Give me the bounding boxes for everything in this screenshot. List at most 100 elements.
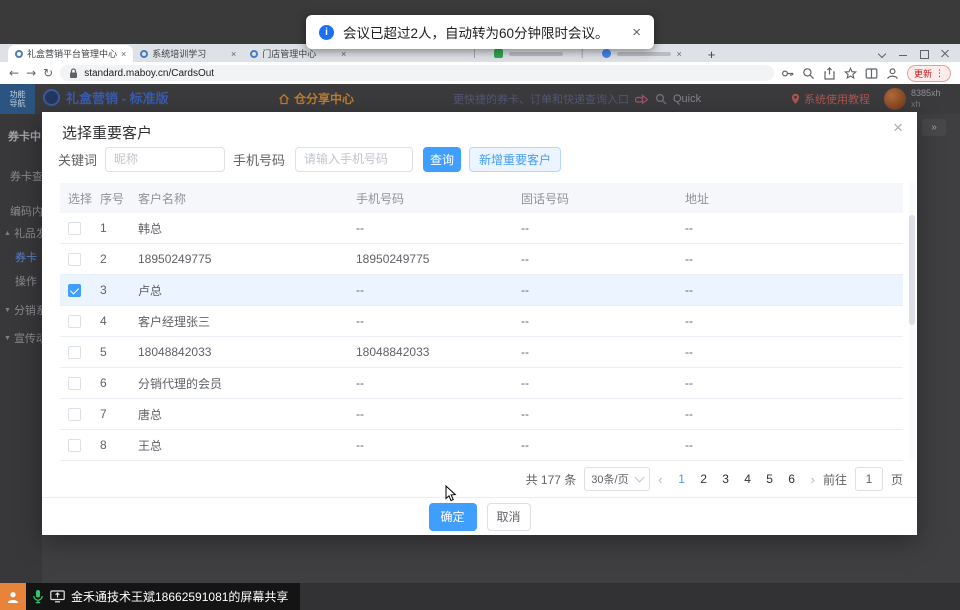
table-row[interactable]: 8王总------	[60, 430, 903, 461]
confirm-button[interactable]: 确定	[429, 503, 477, 531]
split-view-icon[interactable]	[865, 67, 878, 80]
tab-search-icon[interactable]	[877, 49, 887, 59]
goto-page-input[interactable]	[855, 467, 883, 491]
tab-divider: |	[473, 48, 476, 59]
cell-address: --	[685, 407, 903, 421]
quick-search-icon[interactable]	[655, 93, 667, 105]
tab-close-icon[interactable]: ×	[341, 49, 346, 59]
sidebar-item[interactable]: 编码内	[10, 203, 42, 219]
row-checkbox[interactable]	[68, 222, 81, 235]
modal-close-icon[interactable]: ×	[893, 118, 903, 138]
chrome-menu-icon[interactable]: ⋮	[935, 68, 944, 79]
zoom-icon[interactable]	[802, 67, 815, 80]
browser-tab-partial[interactable]: ×	[602, 49, 682, 59]
password-key-icon[interactable]	[781, 67, 794, 80]
quick-search-row: 更快捷的券卡、订单和快递查询入口 Quick	[453, 91, 701, 107]
cell-address: --	[685, 345, 903, 359]
window-close-icon[interactable]	[940, 49, 950, 59]
sidebar-item[interactable]: ▲礼品发	[4, 225, 42, 241]
row-checkbox[interactable]	[68, 377, 81, 390]
scrollbar-thumb[interactable]	[909, 215, 915, 325]
page-number[interactable]: 3	[719, 472, 733, 486]
modal-footer: 确定 取消	[42, 497, 917, 535]
row-checkbox[interactable]	[68, 439, 81, 452]
cell-landline: --	[521, 252, 685, 266]
location-pin-icon	[791, 93, 800, 105]
table-row[interactable]: 4客户经理张三------	[60, 306, 903, 337]
tab-divider: |	[581, 48, 584, 59]
table-scrollbar[interactable]	[909, 183, 915, 461]
sidebar-item[interactable]: 券卡查	[10, 168, 42, 184]
browser-tab-partial[interactable]	[494, 49, 563, 58]
new-tab-button[interactable]: +	[708, 47, 716, 62]
toast-close-icon[interactable]: ×	[632, 24, 641, 41]
page-size-select[interactable]: 30条/页	[584, 467, 650, 491]
participant-icon[interactable]	[0, 583, 26, 610]
select-customer-modal: 选择重要客户 × 关键词 手机号码 查询 新增重要客户 选择序号客户名称手机号码…	[42, 112, 917, 535]
add-customer-button[interactable]: 新增重要客户	[469, 147, 561, 172]
keyword-input[interactable]	[105, 147, 225, 172]
minimize-icon[interactable]	[898, 49, 908, 59]
row-checkbox[interactable]	[68, 284, 81, 297]
browser-tab[interactable]: 礼盒营销平台管理中心×	[8, 45, 133, 62]
page-number[interactable]: 5	[763, 472, 777, 486]
user-avatar[interactable]	[884, 88, 906, 110]
cell-landline: --	[521, 407, 685, 421]
share-center-link[interactable]: 仓分享中心	[278, 90, 354, 107]
table-row[interactable]: 3卢总------	[60, 275, 903, 306]
function-nav-toggle[interactable]: 功能导航	[0, 84, 35, 114]
row-checkbox[interactable]	[68, 253, 81, 266]
query-button[interactable]: 查询	[423, 147, 461, 172]
cancel-button[interactable]: 取消	[487, 503, 531, 531]
sidebar-item[interactable]: 操作	[15, 273, 37, 289]
tab-close-icon[interactable]: ×	[231, 49, 236, 59]
sidebar-item[interactable]: 券卡中	[8, 128, 41, 144]
sidebar-item-label: 券卡中	[8, 128, 41, 144]
tab-close-icon[interactable]: ×	[677, 49, 682, 59]
page-number[interactable]: 2	[697, 472, 711, 486]
page-number[interactable]: 1	[675, 472, 689, 486]
row-checkbox[interactable]	[68, 315, 81, 328]
quick-search-label[interactable]: Quick	[673, 93, 701, 105]
back-icon[interactable]: ←	[9, 67, 19, 79]
table-row[interactable]: 1韩总------	[60, 213, 903, 244]
sidebar-item[interactable]: 券卡	[15, 249, 37, 265]
tutorial-link[interactable]: 系统使用教程	[791, 91, 870, 107]
table-row[interactable]: 51804884203318048842033----	[60, 337, 903, 368]
sidebar-item[interactable]: ▼分销系	[4, 302, 42, 318]
cell-name: 18950249775	[138, 252, 356, 266]
table-row[interactable]: 7唐总------	[60, 399, 903, 430]
browser-tab[interactable]: 系统培训学习 ×	[133, 45, 243, 62]
next-page-icon[interactable]: ›	[811, 472, 815, 487]
url-bar[interactable]: standard.maboy.cn/CardsOut	[60, 65, 774, 81]
url-text: standard.maboy.cn/CardsOut	[84, 68, 214, 79]
bookmark-star-icon[interactable]	[844, 67, 857, 80]
cell-name: 王总	[138, 437, 356, 454]
page-number[interactable]: 6	[785, 472, 799, 486]
tab-label: 系统培训学习	[152, 47, 227, 60]
table-row[interactable]: 21895024977518950249775----	[60, 244, 903, 275]
page-number[interactable]: 4	[741, 472, 755, 486]
screen: 礼盒营销平台管理中心×系统培训学习×门店管理中心× | | × + ← → ↻ …	[0, 0, 960, 610]
prev-page-icon[interactable]: ‹	[658, 472, 662, 487]
refresh-icon[interactable]: ↻	[43, 67, 53, 79]
profile-icon[interactable]	[886, 67, 899, 80]
chrome-update-button[interactable]: 更新 ⋮	[907, 65, 951, 82]
sidebar-expand-button[interactable]: »	[922, 119, 946, 136]
maximize-icon[interactable]	[919, 49, 929, 59]
sidebar-item[interactable]: ▼宣传动	[4, 330, 42, 346]
phone-input[interactable]	[295, 147, 413, 172]
cell-landline: --	[521, 221, 685, 235]
tab-close-icon[interactable]: ×	[121, 49, 126, 59]
cell-no: 2	[100, 252, 138, 266]
sidebar-item-label: 券卡	[15, 249, 37, 265]
row-checkbox[interactable]	[68, 408, 81, 421]
page-size-value: 30条/页	[591, 471, 628, 487]
cell-name: 卢总	[138, 282, 356, 299]
share-icon[interactable]	[823, 67, 836, 80]
table-row[interactable]: 6分销代理的会员------	[60, 368, 903, 399]
forward-icon[interactable]: →	[26, 67, 36, 79]
cell-phone: --	[356, 407, 521, 421]
row-checkbox[interactable]	[68, 346, 81, 359]
info-icon: i	[319, 25, 334, 40]
